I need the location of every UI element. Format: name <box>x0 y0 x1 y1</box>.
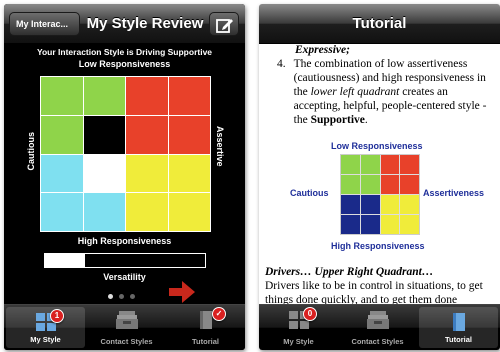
tab-my-style[interactable]: 1 My Style <box>6 307 85 348</box>
style-grid <box>40 76 211 232</box>
tab-label: My Style <box>283 337 314 346</box>
cautious-label: Cautious <box>26 132 36 171</box>
item-number: 4. <box>277 58 286 70</box>
back-button[interactable]: My Interac... <box>9 12 80 36</box>
page-indicator[interactable] <box>108 294 135 299</box>
tab-bar: 1 My Style Contact Styles ✓ Tutorial <box>4 304 245 350</box>
grid-cell <box>341 155 360 174</box>
tab-badge: 1 <box>50 309 64 323</box>
tab-label: Tutorial <box>192 337 219 346</box>
tab-my-style[interactable]: 0 My Style <box>259 305 338 350</box>
tab-bar: 0 My Style Contact Styles Tutorial <box>259 304 500 350</box>
tab-label: Contact Styles <box>351 337 404 346</box>
grid-cell <box>400 175 419 194</box>
page-title: Tutorial <box>352 15 407 32</box>
page-dot[interactable] <box>119 294 124 299</box>
page-title: My Style Review <box>86 15 204 32</box>
description-text: . <box>364 114 368 126</box>
grid-cell <box>360 155 380 174</box>
grid-cell <box>360 195 380 214</box>
previous-item-fragment: Expressive; <box>295 44 350 56</box>
navigation-bar: My Interac... My Style Review <box>4 4 245 44</box>
grid-cell <box>341 215 360 234</box>
tab-label: My Style <box>30 335 61 344</box>
high-responsiveness-label: High Responsiveness <box>331 241 425 251</box>
compose-button[interactable] <box>209 12 239 36</box>
grid-cell <box>126 77 168 115</box>
grid-cell <box>41 154 83 193</box>
versatility-meter-fill <box>45 254 85 267</box>
tutorial-screen: Tutorial Expressive; 4. The combination … <box>259 4 500 350</box>
page-dot[interactable] <box>108 294 113 299</box>
grid-cell <box>400 195 419 214</box>
description-bold: Supportive <box>310 114 365 126</box>
tab-label: Tutorial <box>445 335 472 344</box>
interaction-style-line: Your Interaction Style is Driving Suppor… <box>36 47 213 57</box>
my-style-review-screen: My Interac... My Style Review Your Inter… <box>4 4 245 350</box>
tab-tutorial[interactable]: ✓ Tutorial <box>166 305 245 350</box>
grid-cell <box>341 195 360 214</box>
tab-badge: ✓ <box>212 307 226 321</box>
low-responsiveness-label: Low Responsiveness <box>78 59 171 69</box>
navigation-bar: Tutorial <box>259 4 500 44</box>
drivers-heading: Drivers… Upper Right Quadrant… <box>265 266 434 278</box>
cautious-label: Cautious <box>290 188 329 198</box>
grid-cell <box>400 215 419 234</box>
tab-label: Contact Styles <box>100 337 153 346</box>
grid-cell <box>341 175 360 194</box>
style-grid <box>340 154 420 235</box>
grid-cell <box>360 175 380 194</box>
assertive-label: Assertive <box>215 126 225 167</box>
grid-cell <box>168 115 210 154</box>
tab-tutorial[interactable]: Tutorial <box>419 307 498 348</box>
tab-contact-styles[interactable]: Contact Styles <box>338 305 417 350</box>
book-icon <box>452 313 465 331</box>
grid-cell <box>168 193 210 231</box>
grid-cell <box>83 115 125 154</box>
description-italic: lower left quadrant <box>310 86 400 98</box>
drivers-text: Drivers like to be in control in situati… <box>265 280 483 306</box>
low-responsiveness-label: Low Responsiveness <box>331 141 423 151</box>
grid-cell <box>380 175 400 194</box>
grid-cell <box>380 155 400 174</box>
tab-contact-styles[interactable]: Contact Styles <box>87 305 166 350</box>
grid-cell <box>41 193 83 231</box>
card-stack-icon <box>115 311 138 329</box>
grid-cell <box>83 154 125 193</box>
grid-cell <box>126 115 168 154</box>
grid-cell <box>126 193 168 231</box>
card-stack-icon <box>366 311 389 329</box>
tab-badge: 0 <box>303 307 317 321</box>
versatility-meter <box>44 253 206 268</box>
high-responsiveness-label: High Responsiveness <box>77 236 172 246</box>
grid-cell <box>41 115 83 154</box>
compose-icon <box>216 19 233 33</box>
grid-cell <box>360 215 380 234</box>
drivers-section: Drivers… Upper Right Quadrant… Drivers l… <box>265 265 495 307</box>
grid-cell <box>380 215 400 234</box>
next-arrow-icon[interactable] <box>169 281 195 303</box>
page-dot[interactable] <box>130 294 135 299</box>
grid-cell <box>168 77 210 115</box>
tutorial-body: Expressive; 4. The combination of low as… <box>265 44 495 127</box>
assertiveness-label: Assertiveness <box>423 188 485 198</box>
grid-cell <box>400 155 419 174</box>
grid-cell <box>168 154 210 193</box>
grid-cell <box>83 193 125 231</box>
grid-cell <box>126 154 168 193</box>
grid-cell <box>41 77 83 115</box>
grid-cell <box>380 195 400 214</box>
versatility-label: Versatility <box>103 272 146 282</box>
grid-cell <box>83 77 125 115</box>
quadrant-description: The combination of low assertiveness (ca… <box>294 57 492 127</box>
